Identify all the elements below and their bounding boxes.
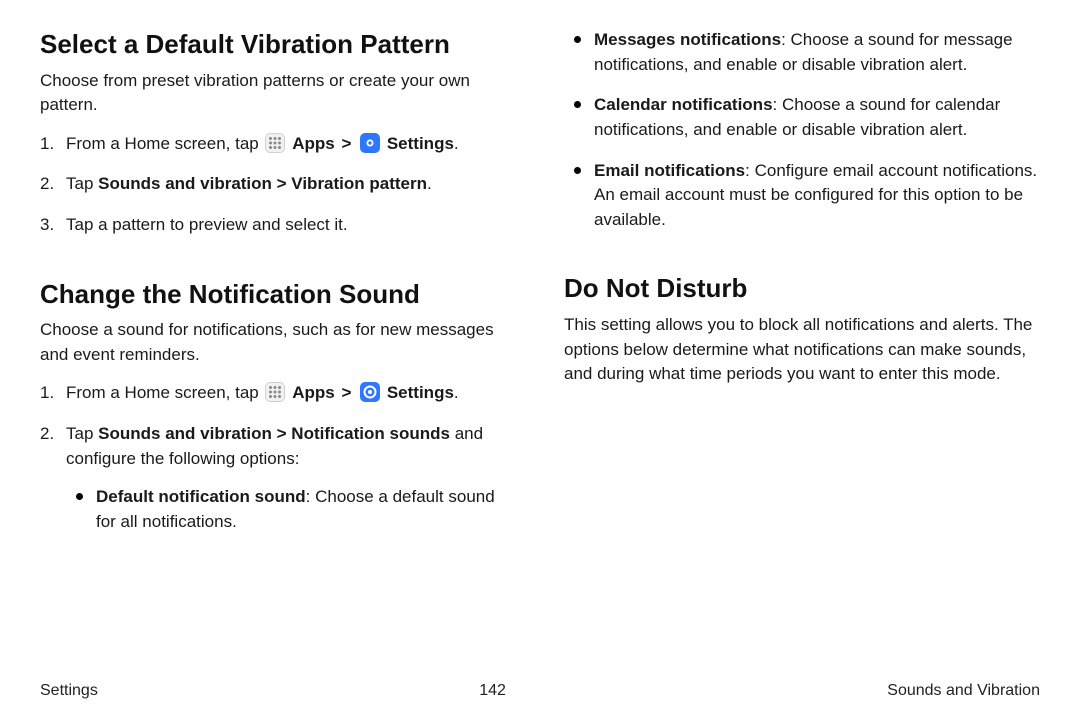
- footer-left: Settings: [40, 682, 98, 700]
- heading-vibration-pattern: Select a Default Vibration Pattern: [40, 28, 516, 61]
- step-text: .: [427, 174, 432, 193]
- footer-right: Sounds and Vibration: [887, 682, 1040, 700]
- step-text: Tap: [66, 174, 98, 193]
- list-item: Messages notifications: Choose a sound f…: [564, 28, 1040, 77]
- step-text: Tap a pattern to preview and select it.: [66, 215, 348, 234]
- settings-icon: [360, 382, 380, 402]
- step-text: From a Home screen, tap: [66, 383, 263, 402]
- steps-vibration-pattern: From a Home screen, tap Apps > Settings.…: [40, 132, 516, 238]
- chevron-right-icon: >: [339, 383, 353, 402]
- step-item: Tap Sounds and vibration > Notification …: [40, 422, 516, 535]
- intro-do-not-disturb: This setting allows you to block all not…: [564, 313, 1040, 387]
- bullet-bold: Default notification sound: [96, 487, 306, 506]
- bullet-bold: Calendar notifications: [594, 95, 773, 114]
- steps-notification-sound: From a Home screen, tap Apps > Settings.…: [40, 381, 516, 534]
- page-footer: Settings 142 Sounds and Vibration: [40, 672, 1040, 700]
- apps-label: Apps: [292, 383, 335, 402]
- sub-bullets: Default notification sound: Choose a def…: [66, 485, 516, 534]
- step-text: From a Home screen, tap: [66, 134, 263, 153]
- heading-notification-sound: Change the Notification Sound: [40, 278, 516, 311]
- bullet-bold: Messages notifications: [594, 30, 781, 49]
- intro-vibration-pattern: Choose from preset vibration patterns or…: [40, 69, 516, 118]
- list-item: Email notifications: Configure email acc…: [564, 159, 1040, 233]
- intro-notification-sound: Choose a sound for notifications, such a…: [40, 318, 516, 367]
- settings-label: Settings: [387, 134, 454, 153]
- step-bold: Sounds and vibration > Notification soun…: [98, 424, 450, 443]
- step-item: Tap a pattern to preview and select it.: [40, 213, 516, 238]
- settings-label: Settings: [387, 383, 454, 402]
- left-column: Select a Default Vibration Pattern Choos…: [40, 28, 516, 672]
- right-column: Messages notifications: Choose a sound f…: [564, 28, 1040, 672]
- list-item: Default notification sound: Choose a def…: [66, 485, 516, 534]
- apps-icon: [265, 382, 285, 402]
- bullet-bold: Email notifications: [594, 161, 745, 180]
- list-item: Calendar notifications: Choose a sound f…: [564, 93, 1040, 142]
- step-item: Tap Sounds and vibration > Vibration pat…: [40, 172, 516, 197]
- step-text: Tap: [66, 424, 98, 443]
- settings-icon: [360, 133, 380, 153]
- heading-do-not-disturb: Do Not Disturb: [564, 272, 1040, 305]
- page-number: 142: [479, 682, 506, 700]
- apps-label: Apps: [292, 134, 335, 153]
- chevron-right-icon: >: [339, 134, 353, 153]
- step-item: From a Home screen, tap Apps > Settings.: [40, 132, 516, 157]
- continued-bullets: Messages notifications: Choose a sound f…: [564, 28, 1040, 232]
- apps-icon: [265, 133, 285, 153]
- step-item: From a Home screen, tap Apps > Settings.: [40, 381, 516, 406]
- step-bold: Sounds and vibration > Vibration pattern: [98, 174, 427, 193]
